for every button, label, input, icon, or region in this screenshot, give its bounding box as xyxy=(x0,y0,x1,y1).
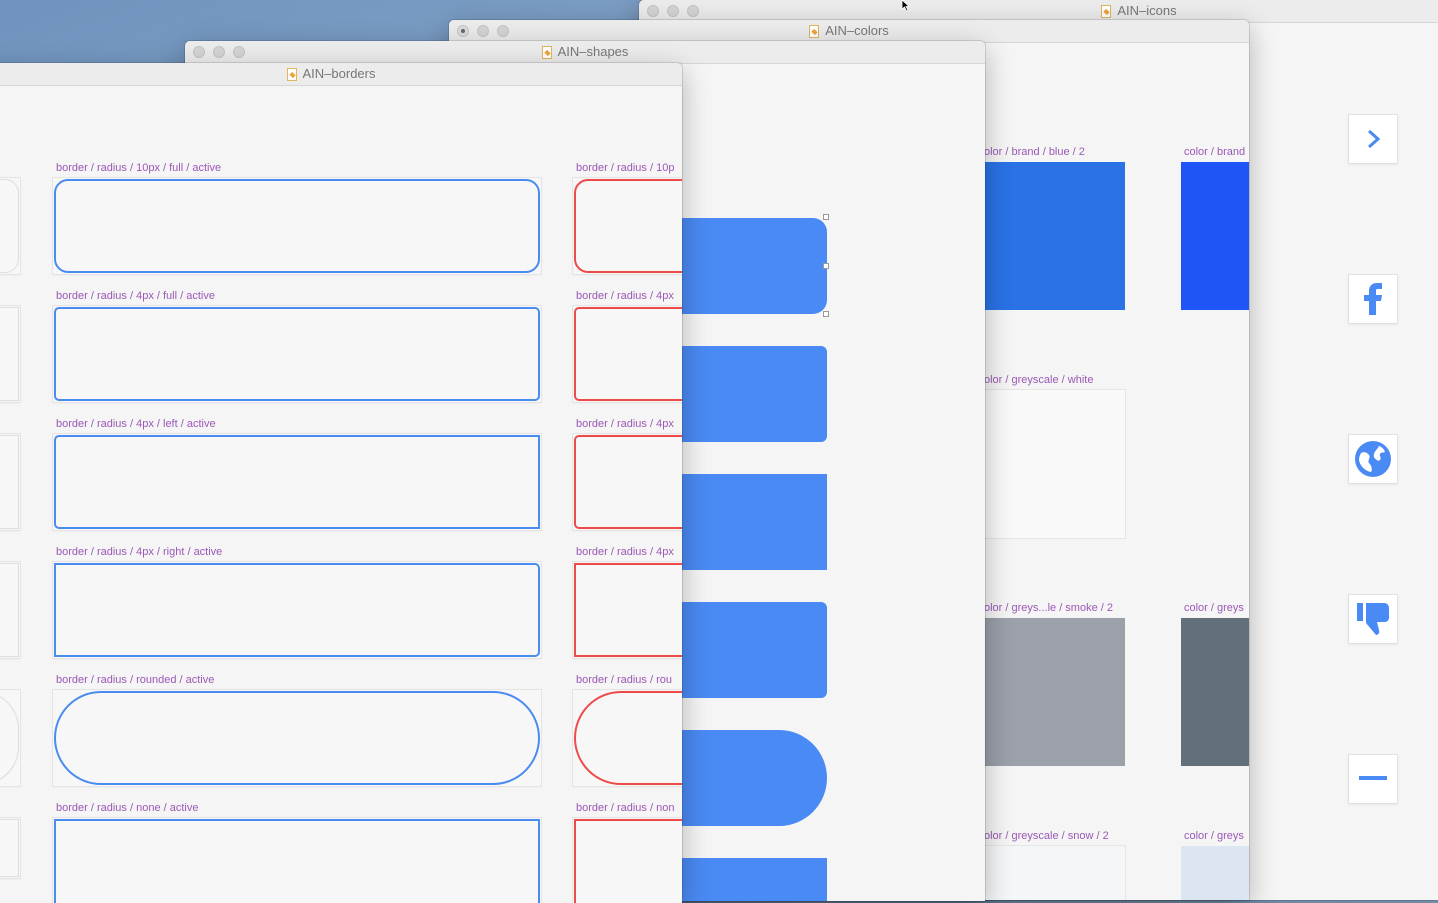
resize-handle[interactable] xyxy=(823,311,829,317)
swatch-greyscale-smoke-2[interactable] xyxy=(985,618,1125,766)
border-label: border / radius / 4px xyxy=(576,546,674,558)
globe-icon xyxy=(1355,441,1391,477)
border-label: border / radius / 10p xyxy=(576,162,675,174)
icon-tile-minus[interactable] xyxy=(1349,755,1397,803)
border-card-none[interactable] xyxy=(53,818,541,903)
titlebar[interactable]: AIN–borders xyxy=(0,63,682,86)
thumbs-down-icon xyxy=(1357,603,1389,635)
border-card-error[interactable] xyxy=(573,306,682,402)
close-button[interactable] xyxy=(457,25,469,37)
facebook-icon xyxy=(1364,283,1382,315)
border-card-partial[interactable] xyxy=(0,562,20,658)
sketch-document-icon xyxy=(541,45,552,59)
window-controls xyxy=(193,46,245,58)
swatch-brand-blue-2[interactable] xyxy=(985,162,1125,310)
sketch-document-icon xyxy=(809,24,820,38)
border-card-error[interactable] xyxy=(573,434,682,530)
border-label: border / radius / 4px / right / active xyxy=(56,546,223,558)
swatch-brand[interactable] xyxy=(1181,162,1249,310)
border-label: border / radius / none / active xyxy=(56,802,199,814)
border-label: border / radius / 4px / full / active xyxy=(56,290,215,302)
window-controls xyxy=(647,5,699,17)
close-button[interactable] xyxy=(647,5,659,17)
mouse-cursor-icon xyxy=(901,0,911,12)
border-label: border / radius / rou xyxy=(576,674,672,686)
color-label: color / greys xyxy=(1184,830,1244,842)
window-title: AIN–colors xyxy=(825,23,889,38)
sketch-document-icon xyxy=(286,67,297,81)
zoom-button[interactable] xyxy=(687,5,699,17)
swatch-greyscale-white[interactable] xyxy=(985,390,1125,538)
window-title: AIN–shapes xyxy=(557,44,629,59)
resize-handle[interactable] xyxy=(823,214,829,220)
window-ain-borders: AIN–borders border / radius / 10px / ful… xyxy=(0,63,682,903)
border-card-partial[interactable] xyxy=(0,306,20,402)
border-card-error[interactable] xyxy=(573,690,682,786)
border-card-error[interactable] xyxy=(573,818,682,903)
swatch-greyscale-snow-2[interactable] xyxy=(985,846,1125,900)
color-label: olor / greys...le / smoke / 2 xyxy=(984,602,1113,614)
titlebar[interactable]: AIN–shapes xyxy=(185,41,985,64)
color-label: olor / greyscale / snow / 2 xyxy=(984,830,1109,842)
minimize-button[interactable] xyxy=(477,25,489,37)
sketch-document-icon xyxy=(1101,4,1112,18)
border-label: border / radius / 4px / left / active xyxy=(56,418,216,430)
color-label: olor / greyscale / white xyxy=(984,374,1094,386)
border-card-4px-right[interactable] xyxy=(53,562,541,658)
border-card-partial[interactable] xyxy=(0,690,20,786)
color-label: color / brand xyxy=(1184,146,1246,158)
border-card-4px-full[interactable] xyxy=(53,306,541,402)
minus-icon xyxy=(1359,776,1387,780)
border-card-error[interactable] xyxy=(573,562,682,658)
window-title: AIN–borders xyxy=(302,66,376,81)
swatch-greyscale-dark[interactable] xyxy=(1181,618,1249,766)
border-label: border / radius / rounded / active xyxy=(56,674,215,686)
border-label: border / radius / 10px / full / active xyxy=(56,162,222,174)
icon-tile-globe[interactable] xyxy=(1349,435,1397,483)
color-label: olor / brand / blue / 2 xyxy=(984,146,1085,158)
window-controls xyxy=(457,25,509,37)
icon-tile-facebook[interactable] xyxy=(1349,275,1397,323)
icon-tile-thumbs-down[interactable] xyxy=(1349,595,1397,643)
border-card-partial[interactable] xyxy=(0,178,20,274)
window-title: AIN–icons xyxy=(1117,3,1177,18)
close-button[interactable] xyxy=(193,46,205,58)
border-card-partial[interactable] xyxy=(0,818,20,878)
color-label: color / greys xyxy=(1184,602,1244,614)
border-card-rounded[interactable] xyxy=(53,690,541,786)
zoom-button[interactable] xyxy=(497,25,509,37)
minimize-button[interactable] xyxy=(213,46,225,58)
border-label: border / radius / 4px xyxy=(576,290,674,302)
chevron-right-icon xyxy=(1368,129,1381,149)
resize-handle[interactable] xyxy=(823,263,829,269)
border-label: border / radius / 4px xyxy=(576,418,674,430)
swatch-greyscale-light[interactable] xyxy=(1181,846,1249,900)
icon-tile-chevron-right[interactable] xyxy=(1349,115,1397,163)
zoom-button[interactable] xyxy=(233,46,245,58)
border-card-partial[interactable] xyxy=(0,434,20,530)
minimize-button[interactable] xyxy=(667,5,679,17)
border-card-10px-full[interactable] xyxy=(53,178,541,274)
border-card-error[interactable] xyxy=(573,178,682,274)
border-label: border / radius / non xyxy=(576,802,675,814)
border-card-4px-left[interactable] xyxy=(53,434,541,530)
titlebar[interactable]: AIN–colors xyxy=(449,20,1249,43)
